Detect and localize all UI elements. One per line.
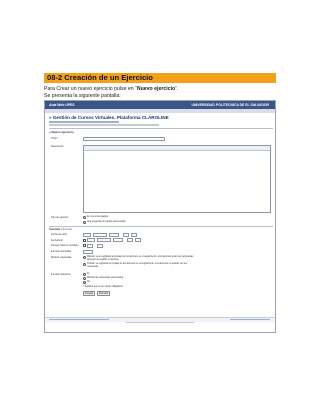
optional-link[interactable]: (Opcional) xyxy=(61,228,72,231)
time-limit-checkbox[interactable] xyxy=(83,244,86,247)
start-minute-select[interactable] xyxy=(131,232,137,237)
editor-toolbar[interactable] xyxy=(84,146,270,151)
anonymous-show-radio[interactable] xyxy=(83,276,86,280)
show-answers-option: Mostrar: se le registrará el puntaje de … xyxy=(87,256,194,261)
app-header: Aula Web UPES UNIVERSIDAD POLITECNICA DE… xyxy=(45,101,275,109)
time-minutes-input[interactable] xyxy=(87,243,93,248)
sequential-radio[interactable] xyxy=(83,220,86,224)
end-date-label: Fecha final xyxy=(51,238,63,242)
embedded-screenshot: Aula Web UPES UNIVERSIDAD POLITECNICA DE… xyxy=(44,100,276,333)
end-minute-select[interactable] xyxy=(135,238,141,242)
advanced-section: Avanzado (Opcional) xyxy=(49,228,72,231)
attempts-select[interactable] xyxy=(83,249,93,254)
end-day-select[interactable] xyxy=(87,238,95,242)
footer-credits xyxy=(45,322,275,324)
time-seconds-input[interactable] xyxy=(97,243,103,248)
footer-credits-bar xyxy=(125,322,195,324)
start-month-select[interactable] xyxy=(93,232,107,237)
start-day-select[interactable] xyxy=(83,232,91,237)
show-answers-label: Mostrar respuestas xyxy=(51,256,72,259)
platform-title: » Gestión de Cursos Virtuales. Plataform… xyxy=(49,115,169,120)
hide-answers-radio[interactable] xyxy=(83,263,86,266)
title-label: Título * xyxy=(51,137,59,140)
accept-button[interactable]: Aceptar xyxy=(83,291,95,296)
end-date-checkbox[interactable] xyxy=(83,238,86,242)
form-title: » Nuevo ejercicio xyxy=(49,130,74,134)
anonymous-no-option: No xyxy=(87,280,90,283)
cancel-button[interactable]: Cancelar xyxy=(97,291,110,296)
end-hour-select[interactable] xyxy=(127,238,133,242)
description-editor[interactable] xyxy=(83,145,271,213)
end-month-select[interactable] xyxy=(97,238,111,242)
app-footer xyxy=(45,317,275,322)
footer-right-text xyxy=(230,319,270,321)
instruction-prefix: Para Crear un nuevo ejercicio pulse en “ xyxy=(44,86,137,92)
exercise-type-label: Tipo de ejercicio xyxy=(51,216,69,219)
time-limit-label: Tiempo máximo permitido xyxy=(51,244,79,247)
attempts-label: Intentos permitidos xyxy=(51,250,72,253)
divider xyxy=(49,128,273,129)
start-year-select[interactable] xyxy=(109,232,119,237)
anonymous-label: Intentos anónimos xyxy=(51,273,71,276)
instruction-line-2: Se presenta la siguiente pantalla: xyxy=(44,93,121,99)
anonymous-yes-option: Sí xyxy=(87,272,90,275)
anonymous-yes-radio[interactable] xyxy=(83,272,86,276)
app-nav-bar xyxy=(45,109,275,113)
title-input[interactable] xyxy=(83,136,165,141)
course-info xyxy=(49,121,119,123)
breadcrumb xyxy=(49,124,159,126)
sequential-option: Una pregunta por página (secuencial) xyxy=(87,220,126,223)
show-answers-radio[interactable] xyxy=(83,256,86,259)
end-year-select[interactable] xyxy=(113,238,123,242)
instruction-suffix: ”. xyxy=(175,86,179,92)
site-name: Aula Web UPES xyxy=(49,103,75,107)
description-label: Descripción xyxy=(51,145,64,148)
new-exercise-emphasis: Nuevo ejercicio xyxy=(136,86,176,92)
start-date-label: Fecha de inicio xyxy=(51,233,68,236)
divider xyxy=(49,226,273,227)
section-heading: 08-2 Creación de un Ejercicio xyxy=(44,73,276,83)
advanced-label: Avanzado xyxy=(49,227,61,231)
footer-left-text xyxy=(49,319,109,321)
required-note: * Significa que es un campo obligatorio xyxy=(83,286,123,288)
university-name: UNIVERSIDAD POLITECNICA DE EL SALVADOR xyxy=(191,103,270,107)
instruction-line-1: Para Crear un nuevo ejercicio pulse en “… xyxy=(44,86,178,93)
anonymous-show-option: Mostrar las respuestas (anonimato) xyxy=(87,276,124,279)
single-page-option: En una única página xyxy=(87,216,108,219)
anonymous-no-radio[interactable] xyxy=(83,280,86,284)
single-page-radio[interactable] xyxy=(83,216,86,219)
hide-answers-option: Ocultar: se registrará el puntaje de los… xyxy=(87,263,188,268)
start-hour-select[interactable] xyxy=(123,232,129,237)
